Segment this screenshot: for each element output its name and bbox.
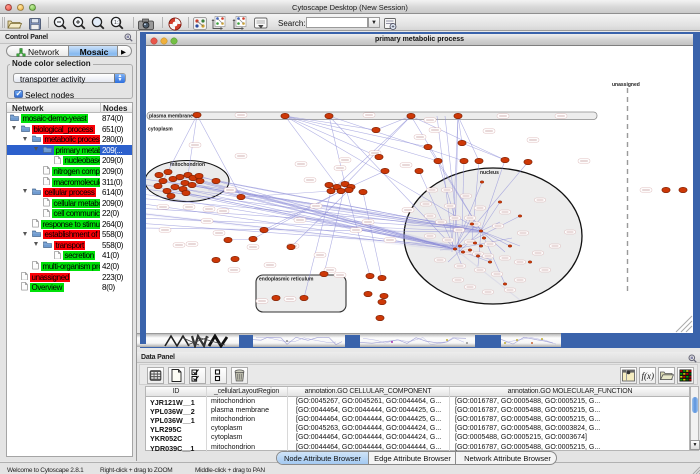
svg-text:cytoplasm: cytoplasm [148,127,173,133]
svg-text:mitochondrion: mitochondrion [170,162,205,168]
svg-text:unassigned: unassigned [612,82,640,88]
svg-text:1:1: 1:1 [114,20,121,26]
svg-text:plasma membrane: plasma membrane [149,114,193,120]
svg-text:f(x): f(x) [642,371,655,381]
svg-text:nucleus: nucleus [480,170,499,176]
svg-text:endoplasmic reticulum: endoplasmic reticulum [259,277,314,283]
